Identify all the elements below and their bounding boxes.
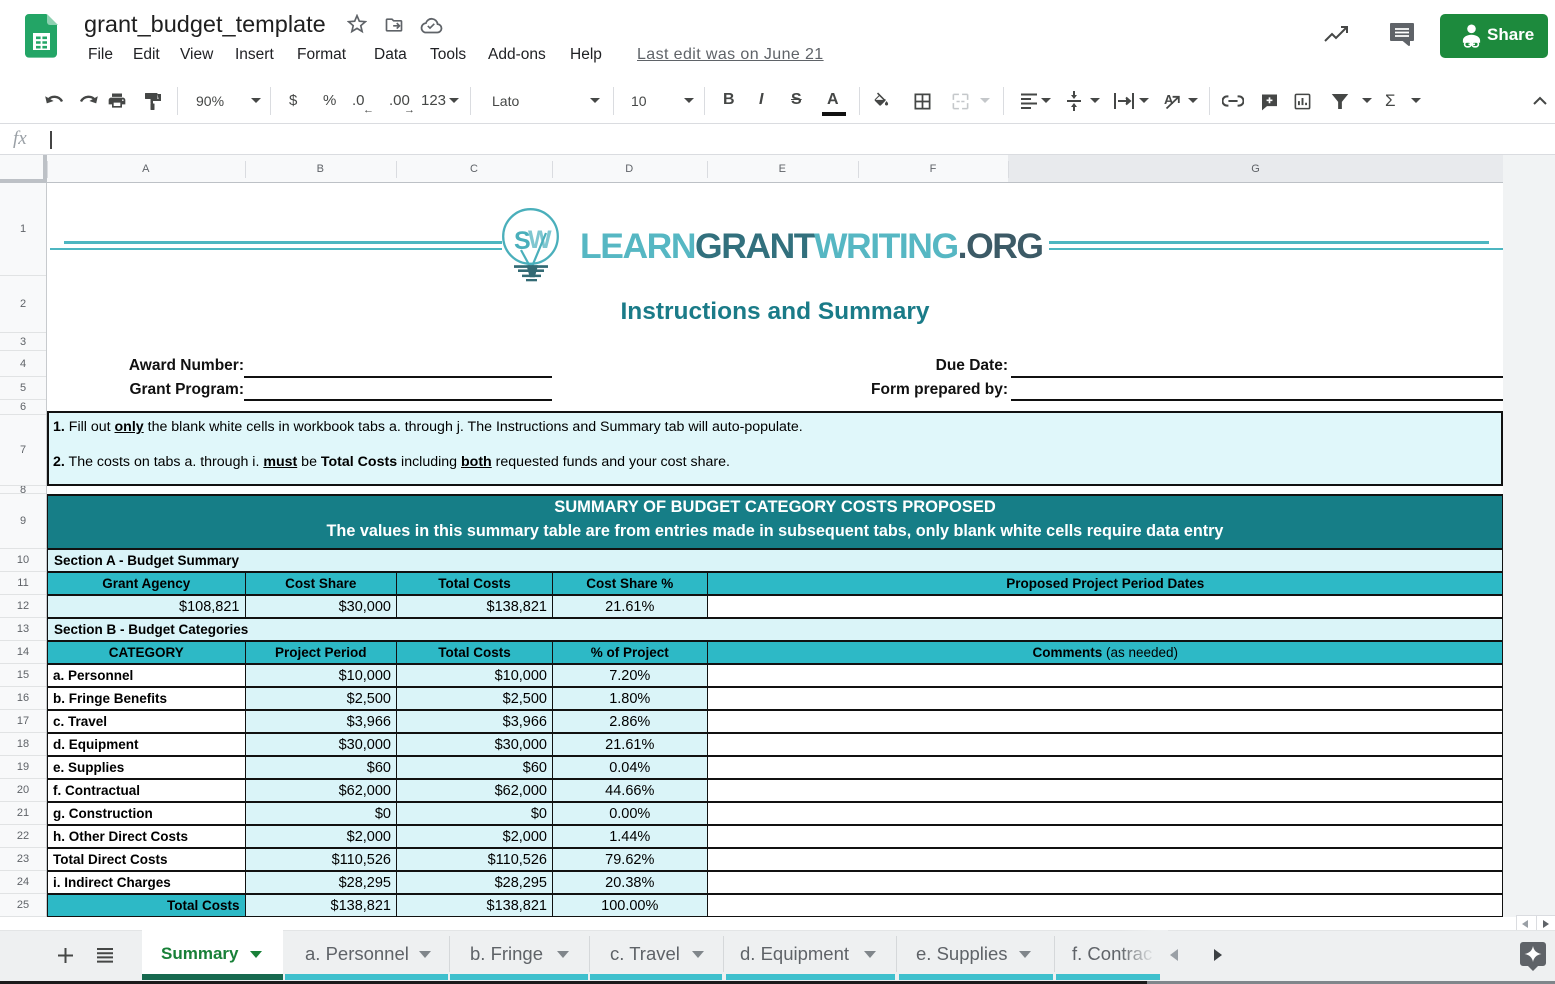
svg-text:A: A — [1164, 92, 1174, 107]
